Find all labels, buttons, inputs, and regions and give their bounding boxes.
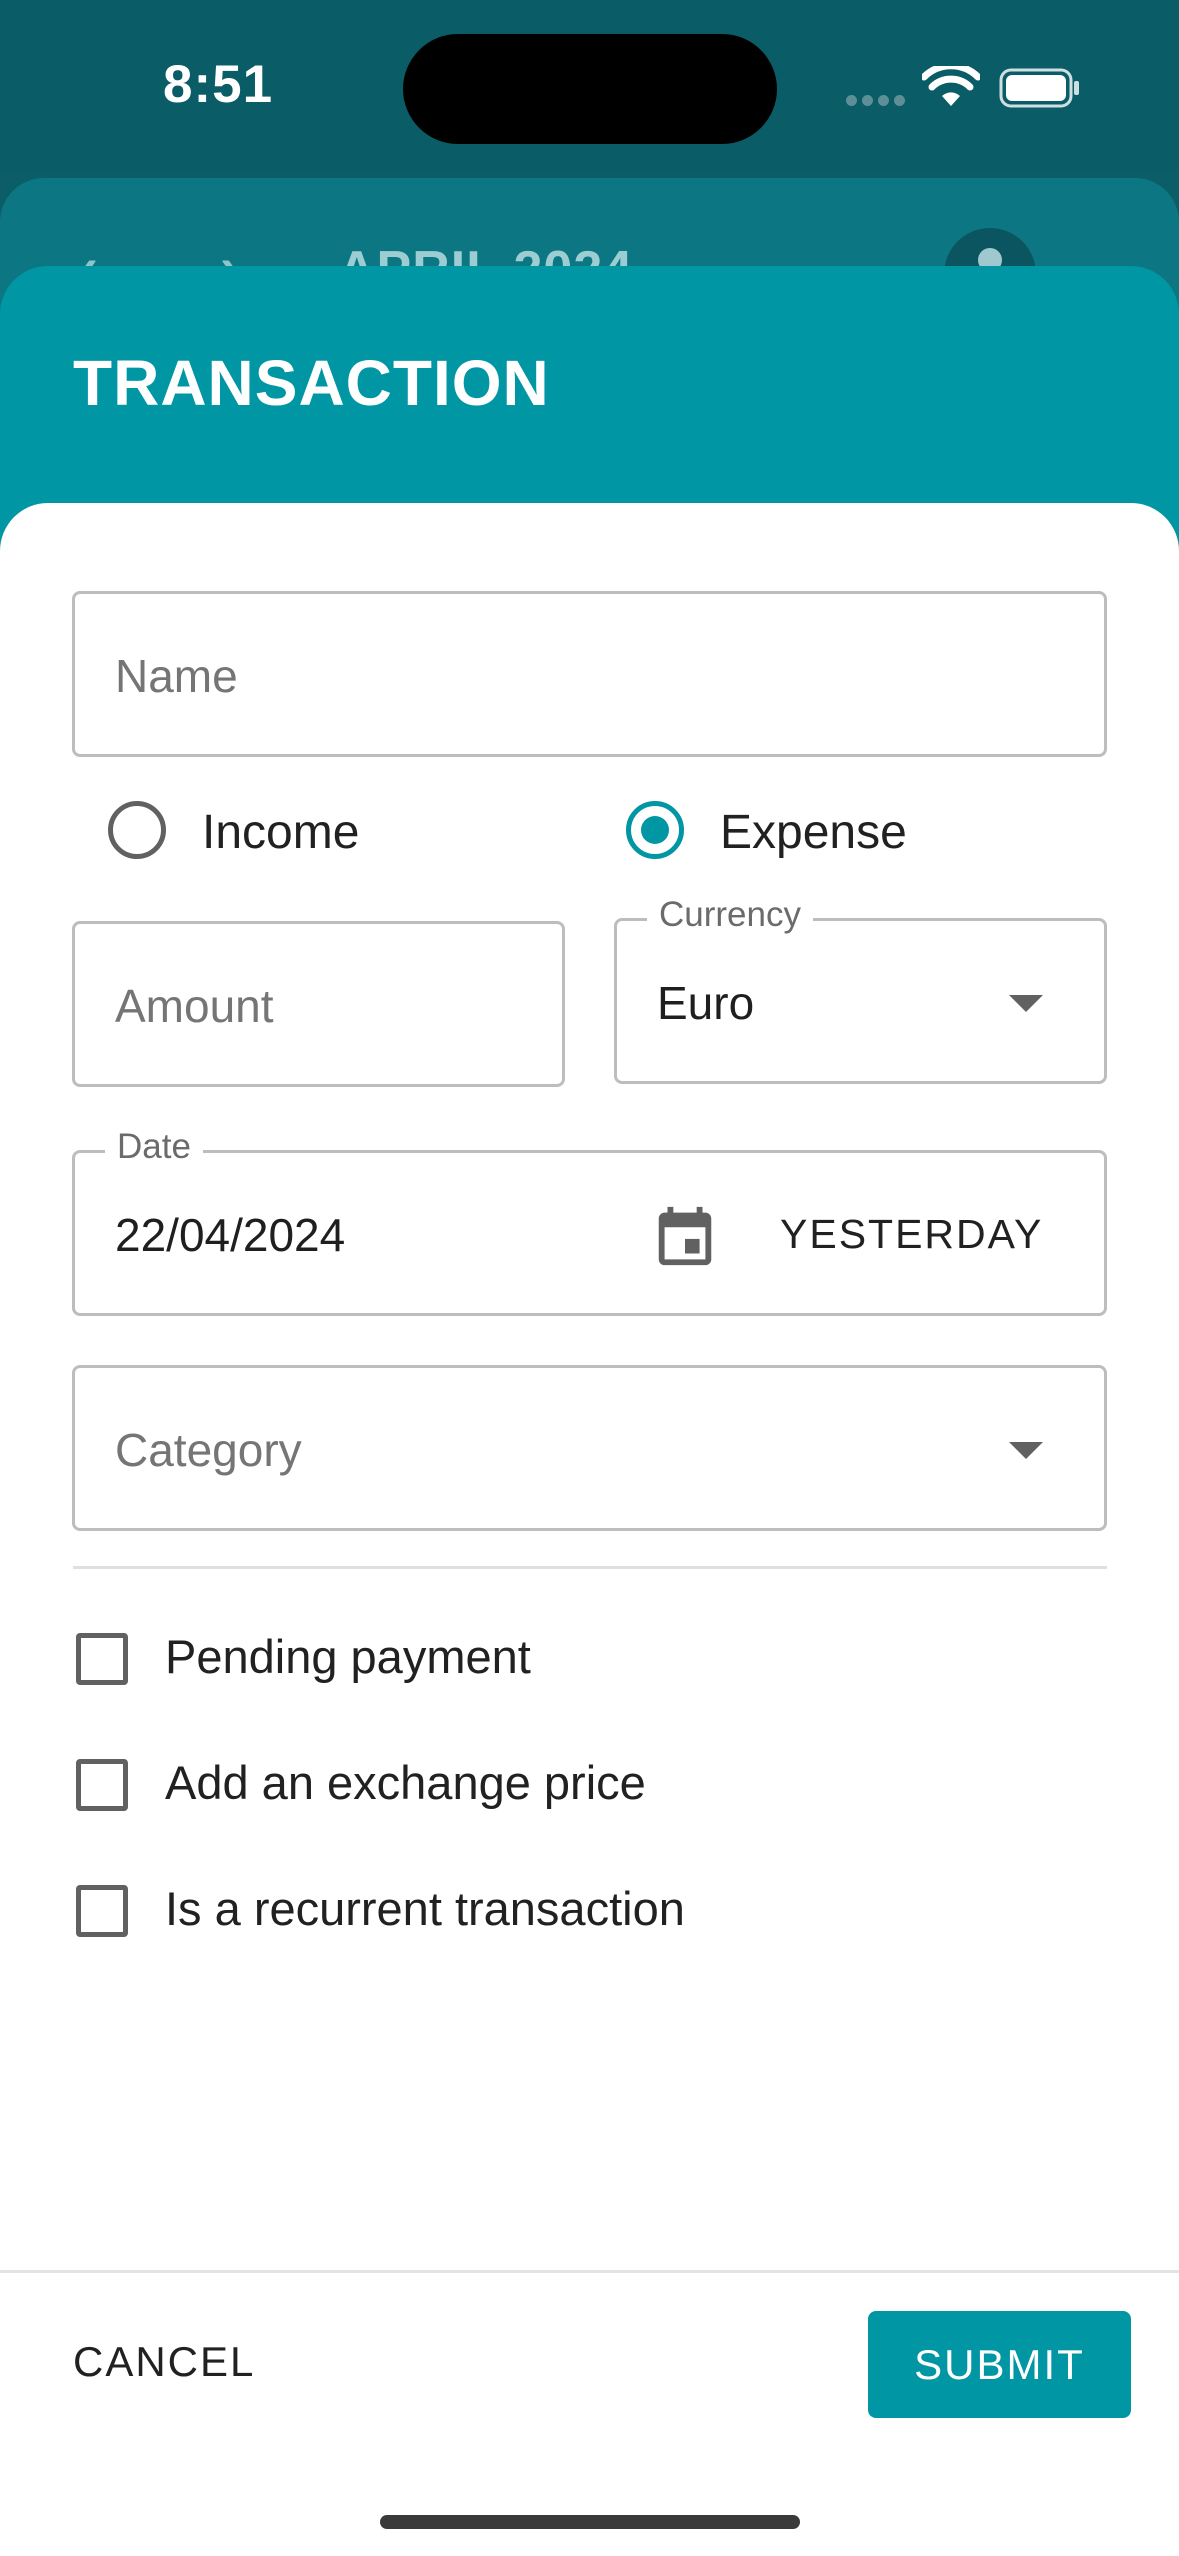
- dynamic-island: [403, 34, 777, 144]
- home-indicator[interactable]: [380, 2515, 800, 2529]
- transaction-sheet: TRANSACTION Name Income Expense Amount C…: [0, 266, 1179, 2556]
- status-time: 8:51: [163, 55, 274, 114]
- divider: [73, 1566, 1107, 1569]
- date-field[interactable]: Date 22/04/2024 YESTERDAY: [72, 1127, 1107, 1316]
- currency-label: Currency: [647, 895, 813, 935]
- expense-label[interactable]: Expense: [720, 805, 907, 860]
- currency-value: Euro: [657, 977, 755, 1029]
- screen: 8:51 ‹ › APRIL 2024 ⌄ TRANSACTION Name: [0, 0, 1179, 2556]
- amount-placeholder: Amount: [115, 980, 274, 1032]
- submit-button[interactable]: SUBMIT: [868, 2311, 1131, 2418]
- expense-radio[interactable]: [626, 801, 684, 859]
- wifi-icon: [922, 66, 980, 106]
- cancel-button[interactable]: CANCEL: [73, 2338, 255, 2386]
- category-placeholder: Category: [115, 1424, 302, 1476]
- battery-icon: [999, 68, 1079, 108]
- yesterday-button[interactable]: YESTERDAY: [780, 1211, 1043, 1258]
- income-radio[interactable]: [108, 801, 166, 859]
- dropdown-caret-icon: [1009, 1442, 1043, 1459]
- income-label[interactable]: Income: [202, 805, 359, 860]
- pending-payment-label[interactable]: Pending payment: [165, 1629, 531, 1684]
- recurrent-transaction-label[interactable]: Is a recurrent transaction: [165, 1881, 685, 1936]
- category-select[interactable]: Category: [72, 1365, 1107, 1531]
- status-bar: 8:51: [0, 0, 1179, 170]
- footer-divider: [0, 2270, 1179, 2273]
- recurrent-transaction-checkbox[interactable]: [76, 1885, 128, 1937]
- amount-field[interactable]: Amount: [72, 921, 565, 1087]
- name-field[interactable]: Name: [72, 591, 1107, 757]
- exchange-price-checkbox[interactable]: [76, 1759, 128, 1811]
- currency-select[interactable]: Currency Euro: [614, 895, 1107, 1084]
- cellular-signal-icon: [846, 95, 906, 107]
- date-label: Date: [105, 1127, 203, 1167]
- name-placeholder: Name: [115, 650, 238, 702]
- form-body: Name Income Expense Amount Currency Euro…: [0, 503, 1179, 2556]
- exchange-price-label[interactable]: Add an exchange price: [165, 1755, 646, 1810]
- pending-payment-checkbox[interactable]: [76, 1633, 128, 1685]
- date-value: 22/04/2024: [115, 1209, 346, 1261]
- dropdown-caret-icon: [1009, 995, 1043, 1012]
- sheet-title: TRANSACTION: [73, 347, 550, 419]
- calendar-icon[interactable]: [650, 1201, 720, 1271]
